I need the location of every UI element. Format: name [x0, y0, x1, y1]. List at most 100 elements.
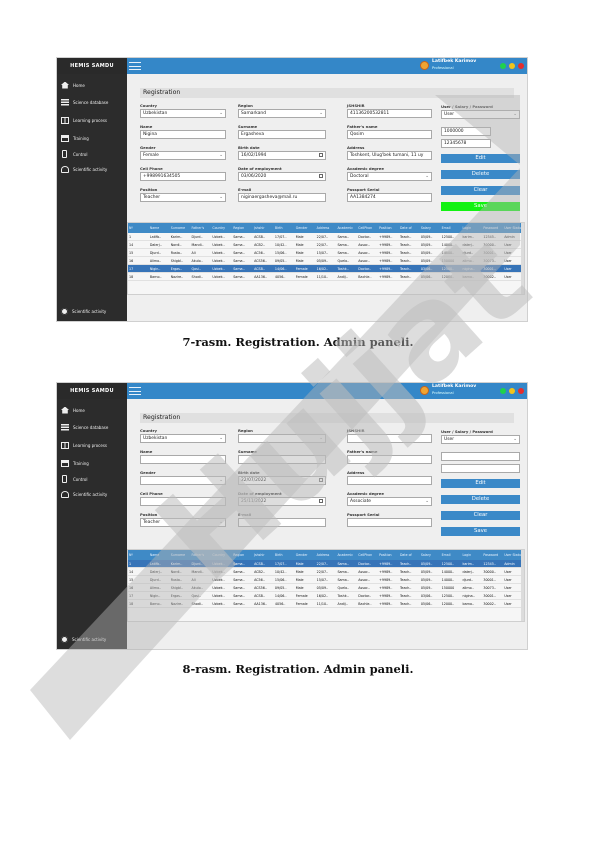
- salary-field[interactable]: [441, 452, 520, 461]
- menu-toggle-icon[interactable]: [129, 61, 141, 71]
- clear-button[interactable]: Clear: [441, 186, 520, 195]
- table-row[interactable]: 1 Latifb.. Karim.. Djurd.. Uzbek.. Sama.. ACSB…: [128, 560, 524, 568]
- table-row[interactable]: 18 Barno.. Nazire.. Shodi.. Uzbek.. Sama.. AA1…: [128, 273, 524, 281]
- user-avatar[interactable]: [420, 386, 429, 395]
- gender-select[interactable]: ⌄: [140, 476, 226, 485]
- users-table[interactable]: Nº Name Surname Father's Country Region Jshshi…: [127, 549, 525, 622]
- table-row[interactable]: 1 Latifb.. Karim.. Djurd.. Uzbek.. Sama.. ACSB…: [128, 233, 524, 241]
- phone-field[interactable]: +998991634505: [140, 172, 226, 181]
- table-row[interactable]: 16 Alimo.. Shigbl.. Akulo.. Uzbek.. Sama.. ACS…: [128, 584, 524, 592]
- region-select[interactable]: ⌄: [238, 434, 326, 443]
- passport-field[interactable]: AA1384274: [347, 193, 432, 202]
- user-type-select[interactable]: User ⌄: [441, 110, 520, 119]
- sidebar-item-science-database[interactable]: Science database: [61, 96, 125, 108]
- degree-select[interactable]: Doctoral ⌄: [347, 172, 432, 181]
- table-cell: alimo..: [462, 259, 474, 263]
- country-select[interactable]: Uzbekistan ⌄: [140, 434, 226, 443]
- sidebar-item-bottom[interactable]: Scientific activity: [61, 636, 106, 643]
- employment-date-picker[interactable]: 03/06/2020: [238, 172, 326, 181]
- user-salary-label: User / Salary / Password: [441, 104, 493, 109]
- email-field[interactable]: [238, 518, 326, 527]
- father-field[interactable]: [347, 455, 432, 464]
- maximize-button[interactable]: [509, 63, 515, 69]
- password-field[interactable]: 12345678: [441, 139, 491, 148]
- close-button[interactable]: [518, 63, 524, 69]
- sidebar-item-science-database[interactable]: Science database: [61, 421, 125, 433]
- sidebar-item-training[interactable]: Training: [61, 132, 125, 144]
- maximize-button[interactable]: [509, 388, 515, 394]
- table-cell: Assoc..: [358, 251, 370, 255]
- district-field[interactable]: [347, 434, 432, 443]
- table-cell: Nordi..: [170, 570, 182, 574]
- table-row[interactable]: 14 Dalerj.. Nordi.. Mandi.. Uzbek.. Sama.. ACB…: [128, 568, 524, 576]
- sidebar-item-learning-process[interactable]: Learning process: [61, 439, 125, 451]
- birth-date-picker[interactable]: 16/02/1994: [238, 151, 326, 160]
- sidebar-item-scientific-activity[interactable]: Scientific activity: [61, 163, 125, 175]
- sidebar-item-training[interactable]: Training: [61, 457, 125, 469]
- table-cell: Sama..: [233, 594, 245, 598]
- table-row[interactable]: 18 Barno.. Nazire.. Shodi.. Uzbek.. Sama.. AA1…: [128, 600, 524, 608]
- birth-date-picker[interactable]: 22/07/2022: [238, 476, 326, 485]
- table-cell: 150000: [441, 259, 455, 263]
- table-cell: Sama..: [337, 235, 349, 239]
- clear-button[interactable]: Clear: [441, 511, 520, 520]
- table-cell: Uzbek..: [212, 602, 225, 606]
- email-field[interactable]: niginaergasheva@mail.ru: [238, 193, 326, 202]
- gender-select[interactable]: Female ⌄: [140, 151, 226, 160]
- delete-button[interactable]: Delete: [441, 495, 520, 504]
- minimize-button[interactable]: [500, 388, 506, 394]
- save-button[interactable]: Save: [441, 527, 520, 536]
- user-type-select[interactable]: User ⌄: [441, 435, 520, 444]
- table-cell: Akulo..: [191, 586, 203, 590]
- country-select[interactable]: Uzbekistan ⌄: [140, 109, 226, 118]
- edit-button[interactable]: Edit: [441, 479, 520, 488]
- table-cell: Male: [295, 586, 304, 590]
- table-row[interactable]: 15 Djurd.. Rusta.. Ali Uzbek.. Sama.. AC56.. 15…: [128, 249, 524, 257]
- sidebar-item-home[interactable]: Home: [61, 79, 125, 91]
- address-field[interactable]: [347, 476, 432, 485]
- address-field[interactable]: Toshkent, Ulug'bek tumani, 11 uy: [347, 151, 432, 160]
- users-table[interactable]: Nº Name Surname Father's Country Region Jshshi…: [127, 222, 525, 295]
- col-header: Country: [212, 226, 226, 230]
- table-row[interactable]: 15 Djurd.. Rusta.. Ali Uzbek.. Sama.. AC56.. 15…: [128, 576, 524, 584]
- father-field[interactable]: Qosim: [347, 130, 432, 139]
- degree-select[interactable]: Associate ⌄: [347, 497, 432, 506]
- salary-field[interactable]: 1000000: [441, 127, 491, 136]
- calendar-icon: [319, 153, 323, 157]
- passport-field[interactable]: [347, 518, 432, 527]
- user-avatar[interactable]: [420, 61, 429, 70]
- sidebar-item-bottom[interactable]: Scientific activity: [61, 308, 106, 315]
- phone-field[interactable]: [140, 497, 226, 506]
- sidebar-item-scientific-activity[interactable]: Scientific activity: [61, 488, 125, 500]
- table-row[interactable]: 14 Dalerj.. Nordi.. Mandi.. Uzbek.. Sama.. ACB…: [128, 241, 524, 249]
- scrollbar[interactable]: [521, 223, 524, 294]
- surname-field[interactable]: Ergasheva: [238, 130, 326, 139]
- district-field[interactable]: 41136200532811: [347, 109, 432, 118]
- sidebar-item-control[interactable]: Control: [61, 473, 125, 485]
- sidebar-item-label: Scientific activity: [72, 309, 107, 314]
- menu-toggle-icon[interactable]: [129, 386, 141, 396]
- table-cell: Sama..: [233, 275, 245, 279]
- sidebar-item-learning-process[interactable]: Learning process: [61, 114, 125, 126]
- name-field[interactable]: Nigina: [140, 130, 226, 139]
- minimize-button[interactable]: [500, 63, 506, 69]
- close-button[interactable]: [518, 388, 524, 394]
- table-row[interactable]: 17 Nigin.. Ergas.. Qosi.. Uzbek.. Sama.. ACSB.…: [128, 265, 524, 273]
- sidebar-item-home[interactable]: Home: [61, 404, 125, 416]
- surname-field[interactable]: [238, 455, 326, 464]
- table-row[interactable]: 16 Alimo.. Shigbl.. Akulo.. Uzbek.. Sama.. ACS…: [128, 257, 524, 265]
- scrollbar[interactable]: [521, 550, 524, 621]
- table-row[interactable]: 17 Nigin.. Ergas.. Qosi.. Uzbek.. Sama.. ACSB.…: [128, 592, 524, 600]
- position-select[interactable]: Teacher ⌄: [140, 193, 226, 202]
- password-field[interactable]: [441, 464, 520, 473]
- position-select[interactable]: Teacher ⌄: [140, 518, 226, 527]
- region-select[interactable]: Samarkand ⌄: [238, 109, 326, 118]
- user-salary-label: User / Salary / Password: [441, 429, 493, 434]
- delete-button[interactable]: Delete: [441, 170, 520, 179]
- edit-button[interactable]: Edit: [441, 154, 520, 163]
- employment-date-picker[interactable]: 25/11/2022: [238, 497, 326, 506]
- table-cell: Ali: [191, 251, 196, 255]
- save-button[interactable]: Save: [441, 202, 520, 211]
- sidebar-item-control[interactable]: Control: [61, 148, 125, 160]
- name-field[interactable]: [140, 455, 226, 464]
